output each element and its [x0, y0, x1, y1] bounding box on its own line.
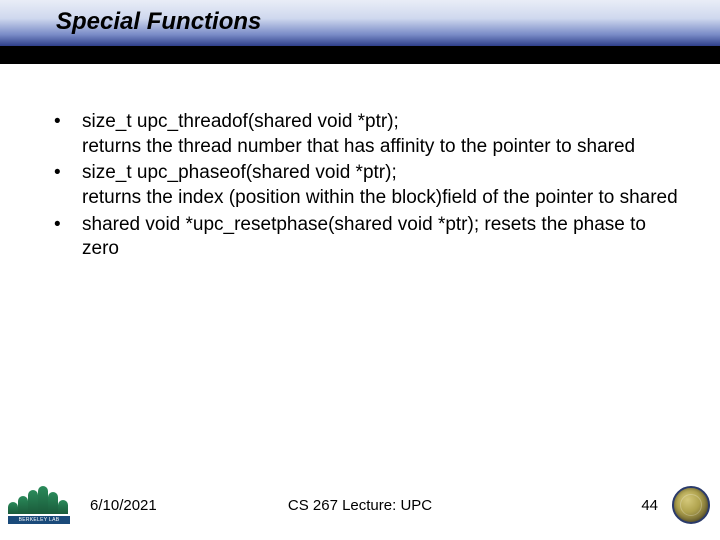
bullet-text: size_t upc_threadof(shared void *ptr); r…: [82, 110, 680, 159]
logo-arches-icon: [8, 486, 68, 514]
bullet-line: returns the thread number that has affin…: [82, 136, 635, 157]
berkeley-lab-logo: BERKELEY LAB: [8, 486, 78, 528]
footer-page-number: 44: [641, 497, 658, 514]
bullet-line: returns the index (position within the b…: [82, 187, 678, 208]
bullet-item: • size_t upc_phaseof(shared void *ptr); …: [54, 161, 680, 210]
slide-body: • size_t upc_threadof(shared void *ptr);…: [54, 110, 680, 264]
bullet-item: • shared void *upc_resetphase(shared voi…: [54, 213, 680, 262]
bullet-line: size_t upc_phaseof(shared void *ptr);: [82, 162, 397, 183]
title-bar: Special Functions: [0, 0, 720, 46]
footer-lecture-title: CS 267 Lecture: UPC: [288, 497, 432, 514]
bullet-text: size_t upc_phaseof(shared void *ptr); re…: [82, 161, 680, 210]
bullet-item: • size_t upc_threadof(shared void *ptr);…: [54, 110, 680, 159]
title-underline: [0, 46, 720, 64]
bullet-text: shared void *upc_resetphase(shared void …: [82, 213, 680, 262]
bullet-marker: •: [54, 161, 82, 210]
bullet-line: size_t upc_threadof(shared void *ptr);: [82, 111, 399, 132]
slide-title: Special Functions: [56, 8, 720, 36]
bullet-marker: •: [54, 110, 82, 159]
slide-header: Special Functions: [0, 0, 720, 64]
logo-label: BERKELEY LAB: [8, 516, 70, 524]
slide-footer: BERKELEY LAB 6/10/2021 CS 267 Lecture: U…: [0, 480, 720, 528]
bullet-marker: •: [54, 213, 82, 262]
footer-date: 6/10/2021: [90, 497, 157, 514]
bullet-line: shared void *upc_resetphase(shared void …: [82, 214, 646, 260]
seal-icon: [672, 486, 710, 524]
